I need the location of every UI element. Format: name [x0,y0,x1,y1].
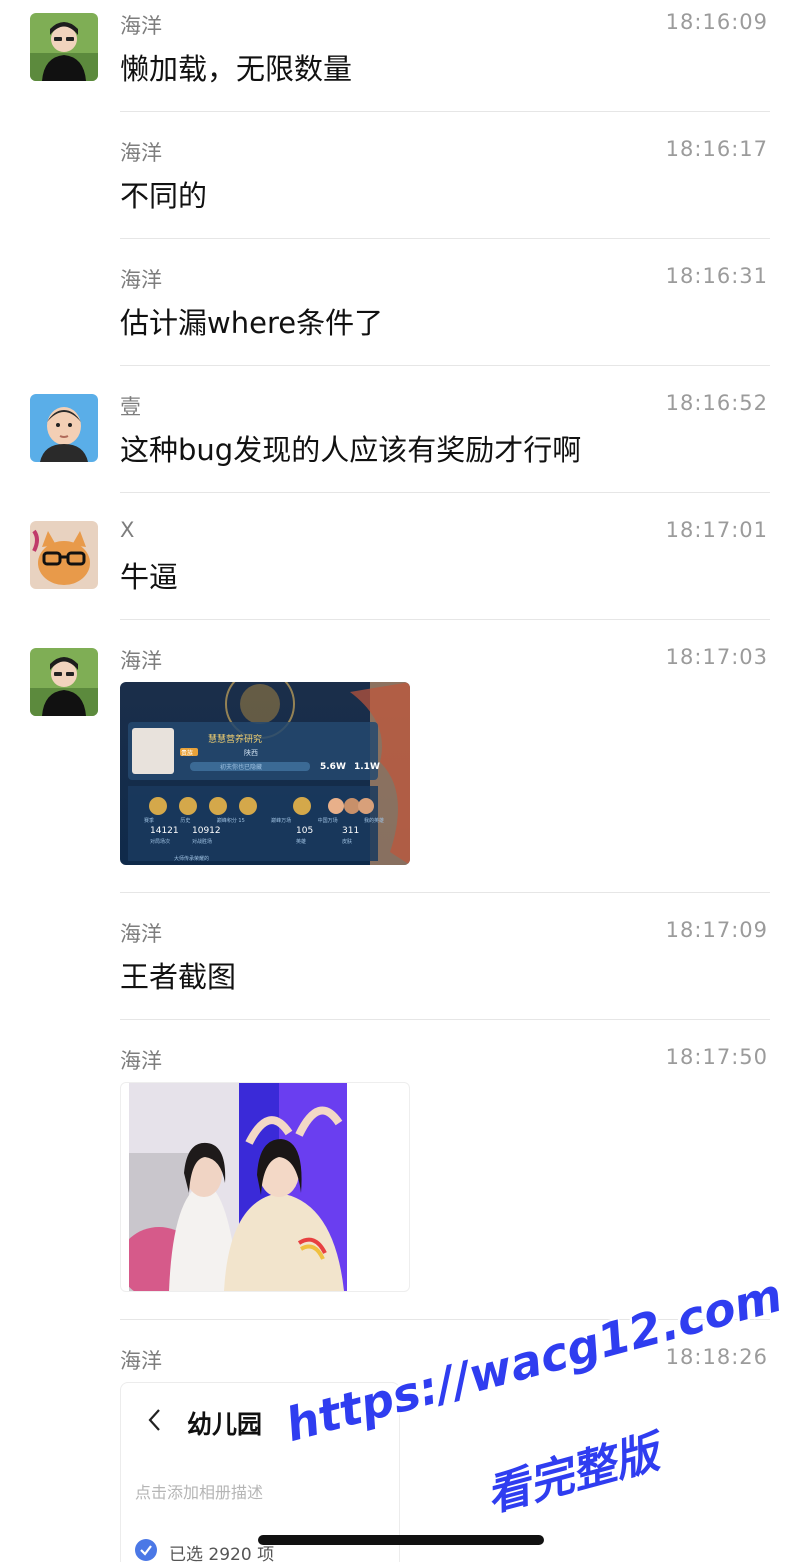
selected-check-icon[interactable] [135,1539,157,1561]
stat-label: 对局场次 [150,839,171,845]
rank-badge: 贵族 [181,750,194,757]
status-field: 初夫你也已隐藏 [220,764,263,771]
stat-label: 英雄 [296,839,307,845]
message-text[interactable]: 牛逼 [120,554,178,596]
sender-name: 海洋 [120,141,162,165]
game-screenshot-image[interactable]: 慧慧营养研究 贵族 陕西 初夫你也已隐藏 5.6W 1.1W 赛季 历史 巅峰积… [120,682,410,865]
sender-name: 海洋 [120,1349,162,1373]
medal-label: 巅峰积分 15 [216,818,245,824]
sender-name: X [120,518,135,542]
message-text[interactable]: 这种bug发现的人应该有奖励才行啊 [120,427,581,469]
timestamp: 18:17:50 [665,1045,768,1069]
timestamp: 18:17:09 [665,918,768,942]
medal-label: 中国万场 [317,818,338,824]
like-value: 1.1W [354,762,380,772]
sender-name: 壹 [120,395,141,419]
message-text[interactable]: 估计漏where条件了 [120,300,383,342]
album-title: 幼儿园 [187,1410,263,1439]
avatar-haiyang[interactable] [30,13,98,81]
home-indicator[interactable] [258,1535,544,1545]
timestamp: 18:17:03 [665,645,768,669]
divider [120,365,770,366]
stat-label: 对战胜场 [192,839,213,845]
message-text[interactable]: 不同的 [120,173,207,215]
timestamp: 18:16:09 [665,10,768,34]
avatar-x[interactable] [30,521,98,589]
timestamp: 18:18:26 [665,1345,768,1369]
medal-label: 历史 [180,818,191,824]
medal-label: 赛季 [144,818,155,824]
message-text[interactable]: 懒加载，无限数量 [120,46,352,88]
sender-name: 海洋 [120,922,162,946]
divider [120,892,770,893]
stat-value: 10912 [192,826,221,836]
album-description-placeholder[interactable]: 点击添加相册描述 [135,1479,263,1503]
avatar-haiyang[interactable] [30,648,98,716]
sender-name: 海洋 [120,649,162,673]
sender-name: 海洋 [120,14,162,38]
timestamp: 18:16:52 [665,391,768,415]
divider [120,238,770,239]
medal-label: 巅峰万场 [271,818,292,824]
timestamp: 18:17:01 [665,518,768,542]
watermark-subtitle: 看完整版 [480,1427,665,1522]
medal-labels: 赛季 历史 巅峰积分 15 巅峰万场 中国万场 我的英雄 [144,817,384,824]
photo-image[interactable] [129,1083,347,1291]
selected-count: 已选 2920 项 [169,1545,275,1565]
message-text[interactable]: 王者截图 [120,954,236,996]
hot-value: 5.6W [320,762,346,772]
sender-name: 海洋 [120,1049,162,1073]
stat-value: 311 [342,826,360,836]
location-text: 陕西 [244,749,258,757]
stat-value: 14121 [150,826,179,836]
game-bottom-text: 大师传承荣耀的 [174,856,210,862]
sender-name: 海洋 [120,268,162,292]
divider [120,492,770,493]
chevron-left-icon[interactable] [147,1407,161,1433]
game-title: 慧慧营养研究 [208,735,263,745]
timestamp: 18:16:17 [665,137,768,161]
divider [120,111,770,112]
medal-label: 我的英雄 [363,818,384,824]
divider [120,619,770,620]
stat-label: 皮肤 [342,839,353,845]
divider [120,1019,770,1020]
stat-value: 105 [296,826,314,836]
timestamp: 18:16:31 [665,264,768,288]
photo-card [120,1082,410,1292]
avatar-yi[interactable] [30,394,98,462]
